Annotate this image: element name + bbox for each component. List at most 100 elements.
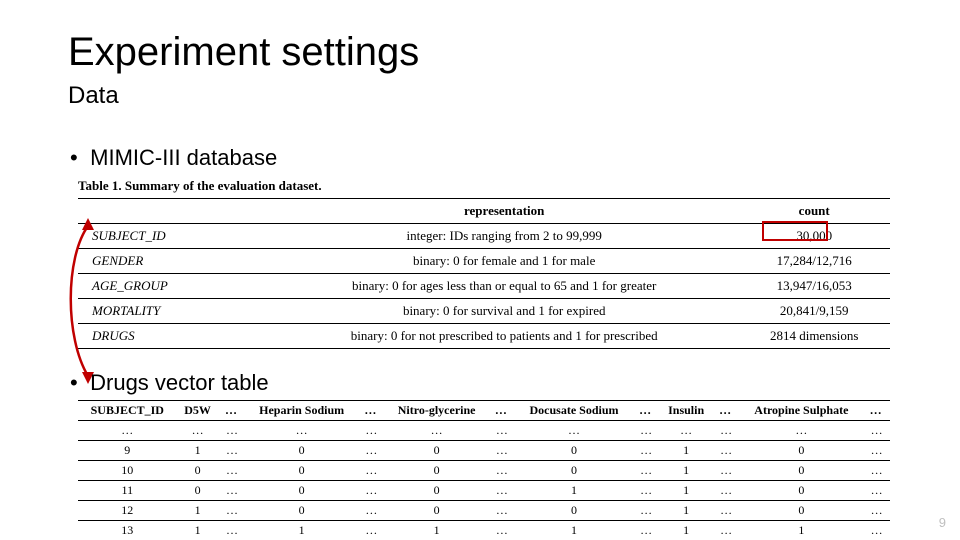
td: 1 bbox=[515, 521, 633, 540]
td: 12 bbox=[78, 501, 177, 521]
th: Nitro-glycerine bbox=[385, 401, 489, 421]
td: 0 bbox=[739, 501, 863, 521]
cell-rep: binary: 0 for ages less than or equal to… bbox=[270, 274, 738, 299]
td: … bbox=[219, 481, 246, 501]
td: … bbox=[219, 521, 246, 540]
td: 0 bbox=[245, 481, 358, 501]
td: 1 bbox=[739, 521, 863, 540]
td: … bbox=[489, 501, 516, 521]
td: 1 bbox=[177, 521, 219, 540]
td: … bbox=[713, 501, 740, 521]
td: … bbox=[633, 421, 660, 441]
td: … bbox=[358, 461, 385, 481]
td: 0 bbox=[385, 441, 489, 461]
bullet-text: MIMIC-III database bbox=[90, 145, 277, 170]
cell-count: 20,841/9,159 bbox=[738, 299, 890, 324]
td: … bbox=[633, 521, 660, 540]
td: … bbox=[739, 421, 863, 441]
table1-header-representation: representation bbox=[270, 199, 738, 224]
td: … bbox=[177, 421, 219, 441]
th: D5W bbox=[177, 401, 219, 421]
td: … bbox=[489, 441, 516, 461]
td: … bbox=[489, 481, 516, 501]
td: … bbox=[358, 481, 385, 501]
td: 0 bbox=[739, 441, 863, 461]
td: 1 bbox=[177, 441, 219, 461]
td: … bbox=[713, 441, 740, 461]
table2-container: SUBJECT_ID D5W … Heparin Sodium … Nitro-… bbox=[78, 400, 890, 540]
table1-header-row: representation count bbox=[78, 199, 890, 224]
td: … bbox=[245, 421, 358, 441]
td: … bbox=[515, 421, 633, 441]
td: 1 bbox=[659, 441, 712, 461]
cell-name: MORTALITY bbox=[78, 299, 270, 324]
td: … bbox=[358, 441, 385, 461]
table-row: 121…0…0…0…1…0… bbox=[78, 501, 890, 521]
td: … bbox=[489, 521, 516, 540]
table-row: 110…0…0…1…1…0… bbox=[78, 481, 890, 501]
cell-name: GENDER bbox=[78, 249, 270, 274]
td: … bbox=[358, 421, 385, 441]
td: … bbox=[863, 441, 890, 461]
table1-header-blank bbox=[78, 199, 270, 224]
td: 0 bbox=[515, 501, 633, 521]
slide-subtitle: Data bbox=[68, 82, 119, 110]
table-row: GENDER binary: 0 for female and 1 for ma… bbox=[78, 249, 890, 274]
th: Heparin Sodium bbox=[245, 401, 358, 421]
table-row: MORTALITY binary: 0 for survival and 1 f… bbox=[78, 299, 890, 324]
td: 0 bbox=[385, 481, 489, 501]
bullet-dot-icon: • bbox=[70, 370, 84, 396]
th: … bbox=[489, 401, 516, 421]
td: 1 bbox=[385, 521, 489, 540]
bullet-dot-icon: • bbox=[70, 145, 84, 171]
th: Atropine Sulphate bbox=[739, 401, 863, 421]
th: Insulin bbox=[659, 401, 712, 421]
td: … bbox=[863, 421, 890, 441]
td: … bbox=[358, 501, 385, 521]
th: SUBJECT_ID bbox=[78, 401, 177, 421]
td: 1 bbox=[659, 461, 712, 481]
table-row: 100…0…0…0…1…0… bbox=[78, 461, 890, 481]
td: … bbox=[863, 481, 890, 501]
table1-container: Table 1. Summary of the evaluation datas… bbox=[78, 178, 890, 349]
table-row: 131…1…1…1…1…1… bbox=[78, 521, 890, 540]
cell-rep: binary: 0 for female and 1 for male bbox=[270, 249, 738, 274]
td: … bbox=[713, 521, 740, 540]
table-row: DRUGS binary: 0 for not prescribed to pa… bbox=[78, 324, 890, 349]
td: … bbox=[385, 421, 489, 441]
td: 0 bbox=[515, 461, 633, 481]
td: … bbox=[713, 481, 740, 501]
td: … bbox=[219, 461, 246, 481]
td: … bbox=[713, 421, 740, 441]
td: … bbox=[713, 461, 740, 481]
slide-title: Experiment settings bbox=[68, 30, 419, 75]
td: … bbox=[78, 421, 177, 441]
td: 1 bbox=[659, 501, 712, 521]
bullet-drugs: • Drugs vector table bbox=[70, 370, 269, 396]
td: … bbox=[633, 481, 660, 501]
td: 0 bbox=[385, 501, 489, 521]
table2-header-row: SUBJECT_ID D5W … Heparin Sodium … Nitro-… bbox=[78, 401, 890, 421]
td: … bbox=[219, 501, 246, 521]
table-row: 91…0…0…0…1…0… bbox=[78, 441, 890, 461]
cell-name: DRUGS bbox=[78, 324, 270, 349]
td: 0 bbox=[515, 441, 633, 461]
td: 0 bbox=[739, 461, 863, 481]
td: … bbox=[633, 441, 660, 461]
td: 10 bbox=[78, 461, 177, 481]
th: Docusate Sodium bbox=[515, 401, 633, 421]
td: 0 bbox=[385, 461, 489, 481]
td: … bbox=[219, 441, 246, 461]
td: … bbox=[863, 461, 890, 481]
cell-name: AGE_GROUP bbox=[78, 274, 270, 299]
bullet-mimic: • MIMIC-III database bbox=[70, 145, 277, 171]
td: … bbox=[633, 461, 660, 481]
td: 0 bbox=[177, 481, 219, 501]
td: … bbox=[633, 501, 660, 521]
td: 0 bbox=[739, 481, 863, 501]
cell-count: 17,284/12,716 bbox=[738, 249, 890, 274]
td: 9 bbox=[78, 441, 177, 461]
cell-count: 13,947/16,053 bbox=[738, 274, 890, 299]
th: … bbox=[713, 401, 740, 421]
td: … bbox=[863, 521, 890, 540]
